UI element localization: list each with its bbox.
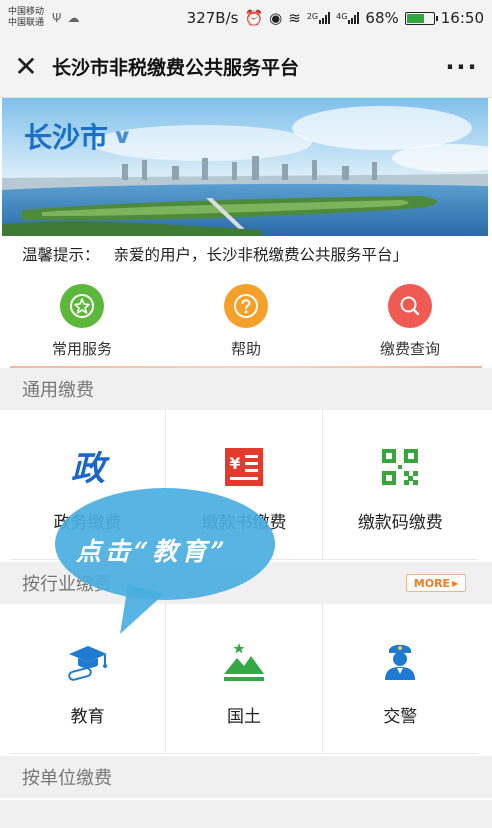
more-button[interactable]: MORE ▶	[406, 574, 466, 592]
grid-label: 缴款书缴费	[201, 513, 287, 533]
section-header-industry: 按行业缴费 MORE ▶	[0, 562, 492, 604]
chevron-down-icon: ∨	[111, 124, 133, 148]
receipt-icon: ¥	[221, 444, 267, 490]
qr-code-icon	[377, 444, 423, 490]
grid-label: 交警	[383, 707, 418, 727]
status-bar: 中国移动 中国联通 Ψ ☁ 327B/s ⏰ ◉ ≋ 2G 4G 68% 16:…	[0, 0, 492, 36]
more-label: MORE	[413, 576, 451, 590]
page-title: 长沙市非税缴费公共服务平台	[52, 57, 300, 79]
grid-item-traffic-police[interactable]: 交警	[322, 604, 478, 754]
question-icon	[224, 284, 268, 328]
svg-text:¥: ¥	[229, 454, 240, 473]
carrier-info: 中国移动 中国联通	[8, 7, 44, 29]
carrier-2: 中国联通	[8, 18, 45, 28]
city-name: 长沙市	[24, 121, 109, 154]
close-icon[interactable]: ✕	[0, 36, 52, 98]
notice-marquee: 温馨提示： 亲爱的用户，长沙非税缴费公共服务平台」	[0, 236, 492, 272]
notice-text: 亲爱的用户，长沙非税缴费公共服务平台」	[113, 246, 409, 264]
grid-label: 国土	[226, 707, 261, 727]
notice-label: 温馨提示：	[22, 246, 100, 264]
bottom-strip	[0, 800, 492, 828]
section-title: 通用缴费	[22, 380, 94, 401]
annotation-text: 点击“教育”	[76, 537, 229, 566]
grid-item-education[interactable]: 教育	[10, 604, 167, 754]
alarm-icon: ⏰	[244, 9, 264, 27]
quick-label: 缴费查询	[379, 340, 440, 358]
battery-level	[406, 13, 424, 23]
signal-bars-icon	[319, 12, 331, 24]
title-bar: ✕ 长沙市非税缴费公共服务平台 ···	[0, 36, 492, 98]
grid-item-land[interactable]: 国土	[166, 604, 323, 754]
signal-bars-icon	[348, 12, 360, 24]
section-title: 按行业缴费	[22, 574, 112, 595]
quick-label: 帮助	[230, 340, 261, 358]
battery-percent: 68%	[365, 9, 399, 27]
wifi-icon: ≋	[288, 9, 301, 27]
quick-label: 常用服务	[51, 340, 112, 358]
grid-label: 教育	[70, 707, 105, 727]
svg-text:政: 政	[71, 449, 110, 489]
section-header-unit: 按单位缴费	[0, 756, 492, 798]
carrier-1: 中国移动	[8, 7, 45, 17]
section-title: 按单位缴费	[22, 768, 112, 789]
triangle-right-icon: ▶	[452, 578, 459, 588]
mountain-icon	[221, 638, 267, 684]
search-icon	[388, 284, 432, 328]
graduation-cap-icon	[65, 638, 111, 684]
industry-grid: 教育 国土 交警	[10, 604, 478, 754]
quick-item-payment-query[interactable]: 缴费查询	[328, 272, 492, 366]
eye-icon: ◉	[269, 9, 283, 27]
city-selector[interactable]: 长沙市 ∨	[24, 116, 133, 156]
city-banner: 长沙市 ∨	[2, 98, 488, 236]
star-icon	[60, 284, 104, 328]
section-header-general: 通用缴费	[0, 368, 492, 410]
quick-entries: 常用服务 帮助 缴费查询	[0, 272, 492, 366]
usb-icon: Ψ	[52, 11, 62, 25]
clock: 16:50	[440, 9, 484, 27]
weather-icon: ☁	[67, 11, 80, 25]
notification-icons: Ψ ☁	[52, 11, 79, 25]
more-dots-icon[interactable]: ···	[432, 36, 492, 98]
zheng-icon: 政	[65, 444, 111, 490]
status-right: 327B/s ⏰ ◉ ≋ 2G 4G 68% 16:50	[187, 9, 484, 27]
signal-1: 2G	[307, 12, 331, 24]
quick-item-common-services[interactable]: 常用服务	[0, 272, 164, 366]
quick-item-help[interactable]: 帮助	[164, 272, 328, 366]
net-speed: 327B/s	[186, 9, 239, 27]
battery-icon	[404, 11, 438, 25]
grid-label: 缴款码缴费	[357, 513, 443, 533]
signal-2: 4G	[336, 12, 360, 24]
police-icon	[377, 638, 423, 684]
grid-label: 政务缴费	[53, 513, 122, 533]
grid-item-payment-code[interactable]: 缴款码缴费	[322, 410, 478, 560]
